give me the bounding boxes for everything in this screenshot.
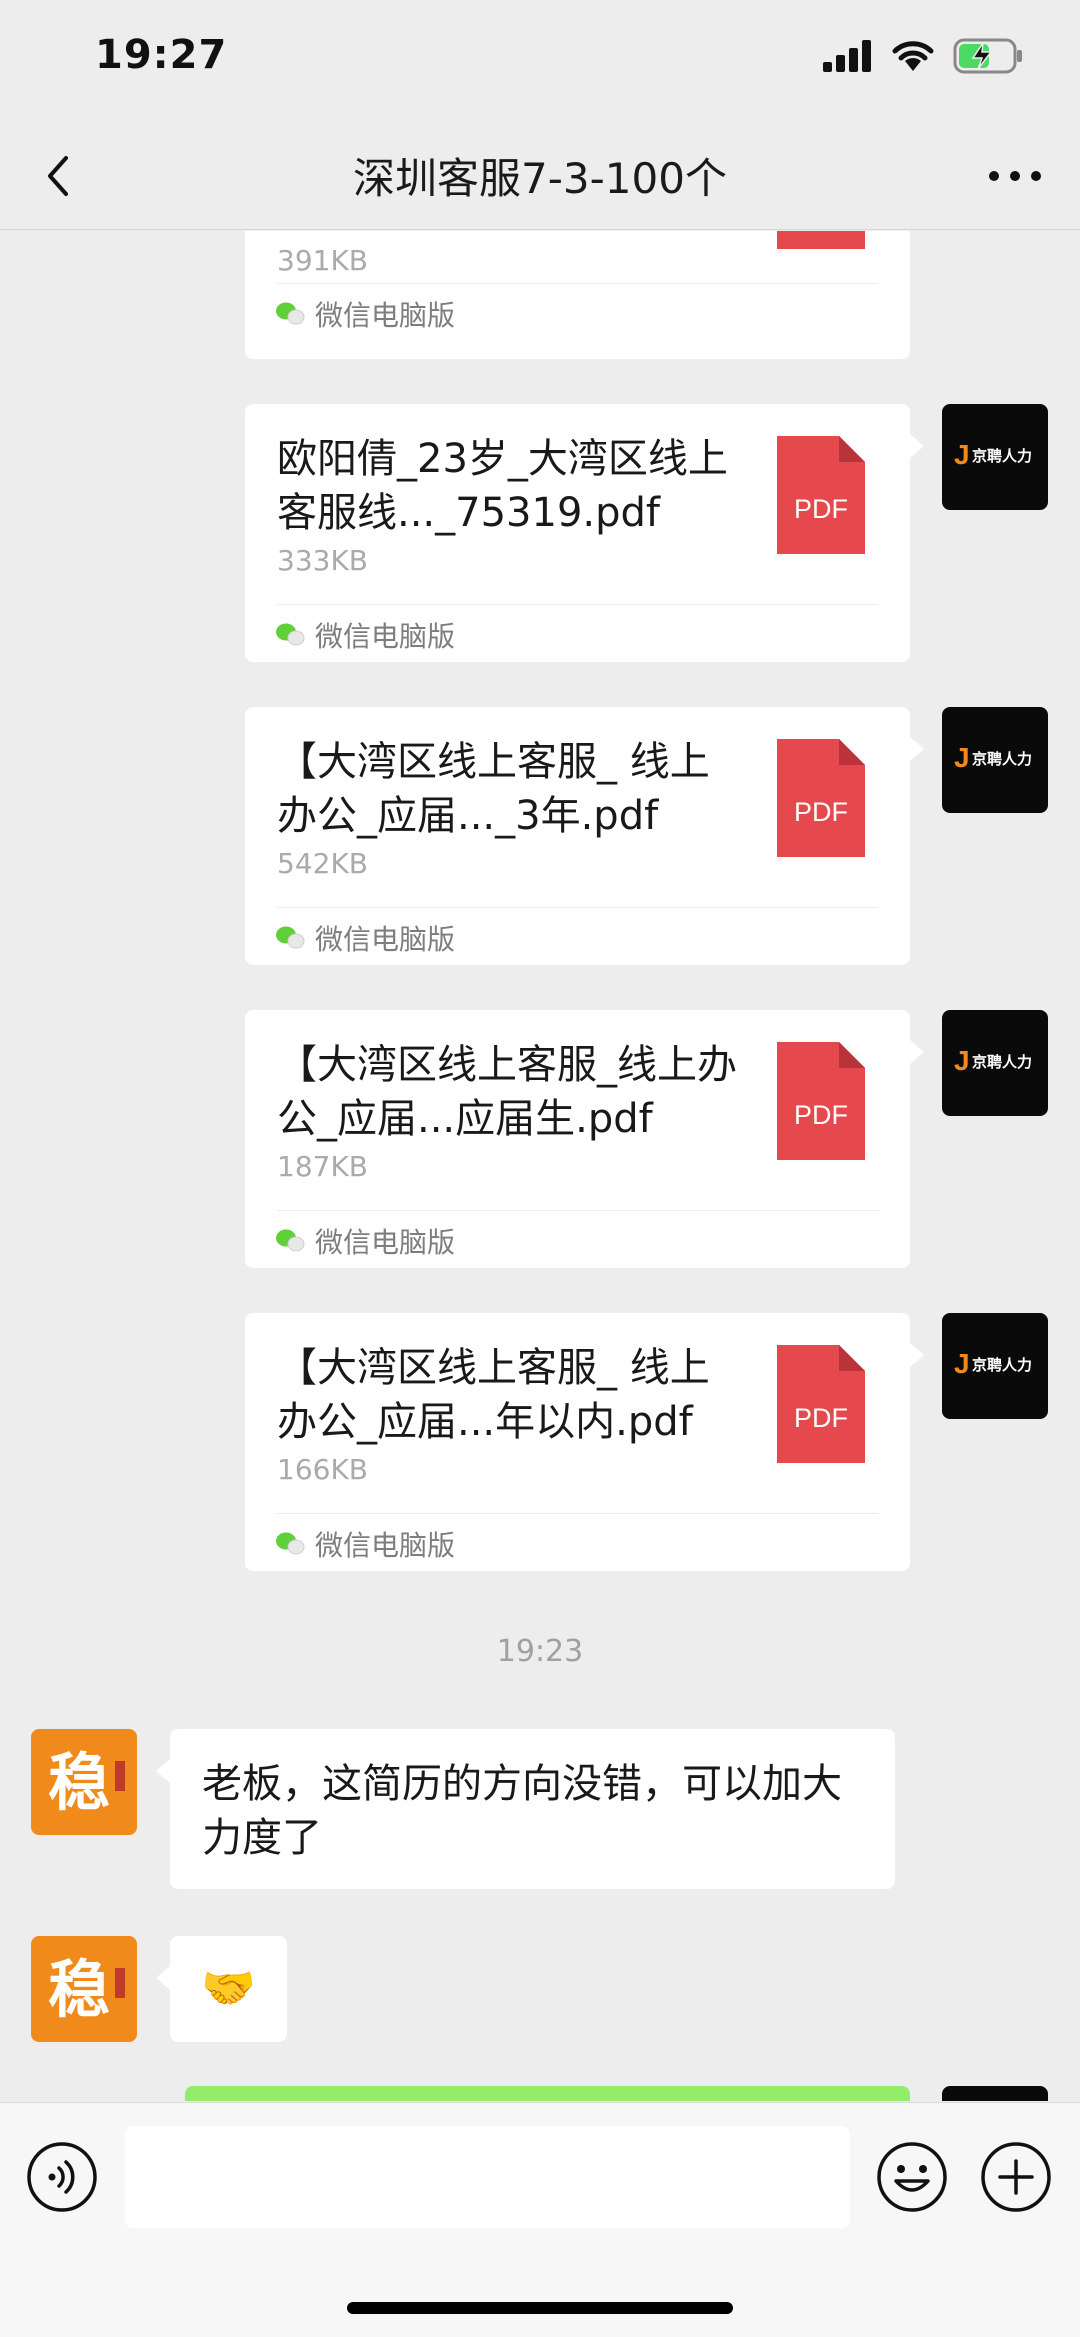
file-source: 微信电脑版 xyxy=(275,294,455,334)
wifi-icon xyxy=(892,41,934,71)
file-message-card[interactable]: 欧阳倩_23岁_大湾区线上客服线..._75319.pdf PDF 333KB … xyxy=(245,404,910,662)
avatar[interactable]: J 京聘人力 xyxy=(942,404,1048,510)
message-timestamp: 19:23 xyxy=(496,1634,584,1669)
pdf-icon: PDF xyxy=(777,1042,865,1160)
message-bubble[interactable]: 老板，这简历的方向没错，可以加大力度了 xyxy=(170,1729,895,1889)
file-source-label: 微信电脑版 xyxy=(315,923,456,956)
chat-header: 深圳客服7-3-100个 xyxy=(0,120,1080,230)
message-text: 老板，这简历的方向没错，可以加大力度了 xyxy=(202,1761,842,1861)
message-input[interactable] xyxy=(125,2126,850,2228)
svg-text:京聘人力: 京聘人力 xyxy=(972,1053,1032,1071)
pdf-icon-label: PDF xyxy=(794,494,848,524)
plus-icon[interactable] xyxy=(980,2141,1052,2213)
wechat-pc-icon xyxy=(276,302,305,325)
jingpin-logo: J 京聘人力 xyxy=(954,1348,1032,1379)
avatar[interactable] xyxy=(942,2086,1048,2101)
avatar[interactable]: 稳 xyxy=(31,1936,137,2042)
avatar[interactable]: J 京聘人力 xyxy=(942,1313,1048,1419)
divider xyxy=(277,1513,878,1514)
wechat-pc-icon xyxy=(276,1229,305,1252)
file-source-label: 微信电脑版 xyxy=(315,299,456,332)
message-bubble[interactable]: 🤝 xyxy=(170,1936,287,2042)
pdf-icon-label: PDF xyxy=(794,1403,848,1433)
pdf-icon xyxy=(777,231,865,249)
emoji-icon[interactable] xyxy=(876,2141,948,2213)
avatar[interactable]: J 京聘人力 xyxy=(942,707,1048,813)
handshake-emoji: 🤝 xyxy=(201,1963,256,2014)
file-source: 微信电脑版 xyxy=(275,1221,455,1261)
file-message-card[interactable]: 【大湾区线上客服_线上办公_应届...应届生.pdf PDF 187KB 微信电… xyxy=(245,1010,910,1268)
wechat-pc-icon xyxy=(276,623,305,646)
file-name: 【大湾区线上客服_线上办公_应届...应届生.pdf xyxy=(277,1042,737,1142)
avatar[interactable]: J 京聘人力 xyxy=(942,1010,1048,1116)
bubble-tail xyxy=(910,737,924,761)
status-time: 19:27 xyxy=(95,32,228,78)
jingpin-logo: J 京聘人力 xyxy=(954,1045,1032,1076)
wechat-pc-icon xyxy=(276,926,305,949)
svg-text:J: J xyxy=(954,742,970,773)
bubble-tail xyxy=(156,1966,170,1990)
file-message-card[interactable]: 391KB 微信电脑版 xyxy=(245,231,910,359)
bubble-tail xyxy=(910,434,924,458)
file-size: 187KB xyxy=(277,1150,369,1183)
more-icon[interactable] xyxy=(980,158,1050,194)
file-source-label: 微信电脑版 xyxy=(315,1529,456,1562)
bubble-tail xyxy=(156,1759,170,1783)
battery-icon xyxy=(953,38,1022,74)
file-name: 欧阳倩_23岁_大湾区线上客服线..._75319.pdf xyxy=(277,436,728,536)
file-source-label: 微信电脑版 xyxy=(315,620,456,653)
jingpin-logo: J 京聘人力 xyxy=(954,439,1032,470)
bubble-tail xyxy=(910,1040,924,1064)
svg-text:J: J xyxy=(954,439,970,470)
signal-icon xyxy=(823,40,871,72)
svg-text:京聘人力: 京聘人力 xyxy=(972,750,1032,768)
divider xyxy=(277,283,878,284)
avatar-logo-text: 稳 xyxy=(48,1953,110,2026)
svg-text:京聘人力: 京聘人力 xyxy=(972,1356,1032,1374)
svg-text:京聘人力: 京聘人力 xyxy=(972,447,1032,465)
pdf-icon: PDF xyxy=(777,1345,865,1463)
wen-logo: 稳 xyxy=(48,1746,125,1819)
bubble-tail xyxy=(910,1343,924,1367)
pdf-icon-label: PDF xyxy=(794,797,848,827)
wen-logo: 稳 xyxy=(48,1953,125,2026)
divider xyxy=(277,1210,878,1211)
divider xyxy=(277,907,878,908)
file-size: 333KB xyxy=(277,544,369,577)
pdf-icon: PDF xyxy=(777,436,865,554)
jingpin-logo: J 京聘人力 xyxy=(954,742,1032,773)
status-bar: 19:27 xyxy=(0,0,1080,120)
svg-text:J: J xyxy=(954,1045,970,1076)
avatar[interactable]: 稳 xyxy=(31,1729,137,1835)
file-name: 【大湾区线上客服_ 线上办公_应届...年以内.pdf xyxy=(277,1345,710,1445)
file-size: 166KB xyxy=(277,1453,369,1486)
pdf-icon-label: PDF xyxy=(794,1100,848,1130)
file-source: 微信电脑版 xyxy=(275,1524,455,1564)
status-icons xyxy=(823,38,1025,74)
chat-area[interactable]: 391KB 微信电脑版 J 京聘人力 欧阳倩_23岁_大湾区线上客服线..._7… xyxy=(0,231,1080,2101)
voice-icon[interactable] xyxy=(26,2141,98,2213)
file-size: 542KB xyxy=(277,847,369,880)
wechat-pc-icon xyxy=(276,1532,305,1555)
pdf-icon: PDF xyxy=(777,739,865,857)
file-message-card[interactable]: 【大湾区线上客服_ 线上办公_应届...年以内.pdf PDF 166KB 微信… xyxy=(245,1313,910,1571)
file-message-card[interactable]: 【大湾区线上客服_ 线上办公_应届..._3年.pdf PDF 542KB 微信… xyxy=(245,707,910,965)
file-size: 391KB xyxy=(277,244,369,277)
home-indicator[interactable] xyxy=(347,2302,733,2314)
svg-text:J: J xyxy=(954,1348,970,1379)
avatar-logo-text: 稳 xyxy=(48,1746,110,1819)
file-name: 【大湾区线上客服_ 线上办公_应届..._3年.pdf xyxy=(277,739,710,839)
divider xyxy=(277,604,878,605)
chat-title: 深圳客服7-3-100个 xyxy=(353,154,727,203)
file-source: 微信电脑版 xyxy=(275,918,455,958)
outgoing-message-bubble[interactable] xyxy=(185,2086,910,2101)
file-source: 微信电脑版 xyxy=(275,615,455,655)
file-source-label: 微信电脑版 xyxy=(315,1226,456,1259)
